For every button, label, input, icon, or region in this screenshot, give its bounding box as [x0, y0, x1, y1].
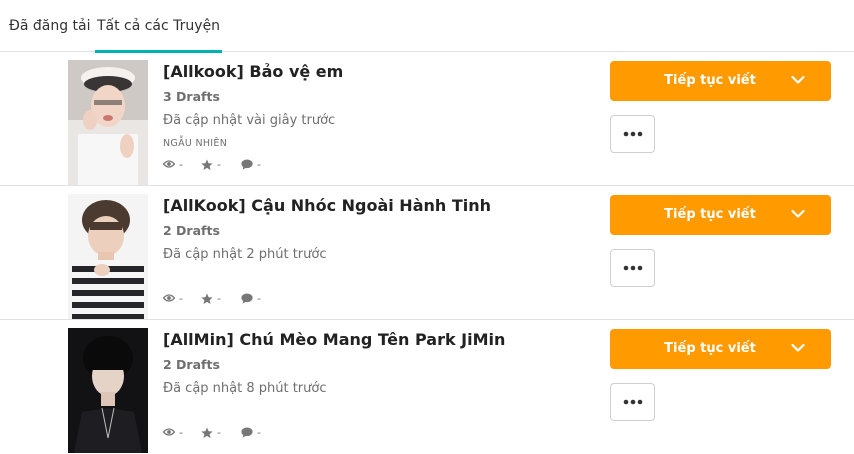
reads-count: -: [179, 158, 183, 171]
votes-stat: -: [201, 158, 227, 172]
tab-published[interactable]: Đã đăng tải: [9, 0, 91, 52]
updated-time: Đã cập nhật 2 phút trước: [163, 247, 327, 262]
story-tagline: NGẪU NHIÊN: [163, 138, 228, 149]
chevron-down-icon[interactable]: [791, 343, 805, 353]
comment-icon: [241, 427, 253, 438]
reads-count: -: [179, 292, 183, 305]
comment-icon: [241, 159, 253, 170]
story-title[interactable]: [AllMin] Chú Mèo Mang Tên Park JiMin: [163, 330, 505, 349]
eye-icon: [163, 294, 175, 302]
comments-count: -: [257, 158, 261, 171]
comments-stat: -: [241, 426, 267, 440]
reads-stat: -: [163, 426, 189, 440]
cover-photo: [68, 328, 148, 453]
votes-count: -: [217, 292, 221, 305]
drafts-count: 2 Drafts: [163, 357, 220, 372]
star-icon: [201, 293, 213, 304]
more-options-button[interactable]: [610, 249, 655, 287]
votes-stat: -: [201, 426, 227, 440]
eye-icon: [163, 160, 175, 168]
updated-time: Đã cập nhật 8 phút trước: [163, 381, 327, 396]
story-title[interactable]: [AllKook] Cậu Nhóc Ngoài Hành Tinh: [163, 196, 491, 215]
story-cover-image[interactable]: [68, 194, 148, 319]
story-title[interactable]: [Allkook] Bảo vệ em: [163, 62, 343, 81]
votes-count: -: [217, 426, 221, 439]
cover-photo: [68, 60, 148, 185]
story-row: [AllMin] Chú Mèo Mang Tên Park JiMin 2 D…: [0, 320, 854, 454]
chevron-down-icon[interactable]: [791, 209, 805, 219]
tab-bar: Đã đăng tải Tất cả các Truyện: [0, 0, 854, 53]
continue-writing-label: Tiếp tục viết: [664, 341, 756, 356]
story-row: [AllKook] Cậu Nhóc Ngoài Hành Tinh 2 Dra…: [0, 186, 854, 320]
reads-stat: -: [163, 158, 189, 172]
votes-count: -: [217, 158, 221, 171]
comments-stat: -: [241, 292, 267, 306]
story-cover-image[interactable]: [68, 60, 148, 185]
continue-writing-button[interactable]: Tiếp tục viết: [610, 195, 831, 235]
continue-writing-label: Tiếp tục viết: [664, 207, 756, 222]
comments-stat: -: [241, 158, 267, 172]
continue-writing-button[interactable]: Tiếp tục viết: [610, 61, 831, 101]
reads-count: -: [179, 426, 183, 439]
drafts-count: 2 Drafts: [163, 223, 220, 238]
reads-stat: -: [163, 292, 189, 306]
more-icon: [623, 131, 643, 137]
star-icon: [201, 427, 213, 438]
more-options-button[interactable]: [610, 115, 655, 153]
updated-time: Đã cập nhật vài giây trước: [163, 113, 336, 128]
chevron-down-icon[interactable]: [791, 75, 805, 85]
comment-icon: [241, 293, 253, 304]
more-icon: [623, 399, 643, 405]
more-icon: [623, 265, 643, 271]
continue-writing-button[interactable]: Tiếp tục viết: [610, 329, 831, 369]
comments-count: -: [257, 426, 261, 439]
tab-all-stories[interactable]: Tất cả các Truyện: [95, 0, 222, 53]
eye-icon: [163, 428, 175, 436]
more-options-button[interactable]: [610, 383, 655, 421]
votes-stat: -: [201, 292, 227, 306]
story-cover-image[interactable]: [68, 328, 148, 453]
comments-count: -: [257, 292, 261, 305]
cover-photo: [68, 194, 148, 319]
story-row: [Allkook] Bảo vệ em 3 Drafts Đã cập nhật…: [0, 52, 854, 186]
continue-writing-label: Tiếp tục viết: [664, 73, 756, 88]
drafts-count: 3 Drafts: [163, 89, 220, 104]
star-icon: [201, 159, 213, 170]
